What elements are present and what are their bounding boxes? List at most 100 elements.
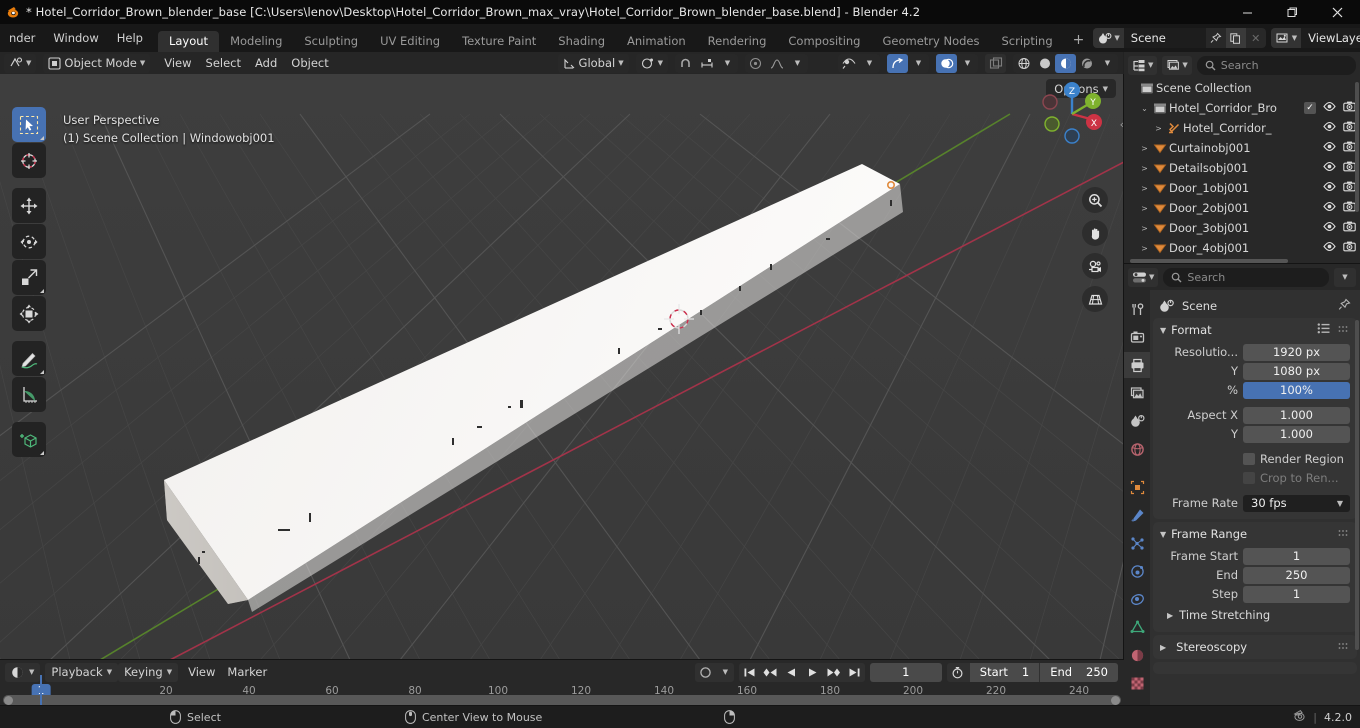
expand-arrow-icon[interactable]: >	[1138, 184, 1151, 193]
aspect-y-field[interactable]: 1.000	[1243, 425, 1350, 443]
pivot-point-selector[interactable]: ▼	[635, 53, 668, 73]
timeline-menu-playback[interactable]: Playback ▼	[45, 662, 119, 682]
properties-editor-type-selector[interactable]: ▼	[1128, 267, 1159, 287]
camera-icon[interactable]	[1343, 221, 1356, 235]
move-tool[interactable]	[12, 188, 46, 223]
outliner-row-door-3obj001[interactable]: > Door_3obj001	[1124, 218, 1360, 238]
outliner-row-door-4obj001[interactable]: > Door_4obj001	[1124, 238, 1360, 258]
outliner-vertical-scrollbar[interactable]	[1355, 82, 1359, 212]
camera-icon[interactable]	[1343, 241, 1356, 255]
chevron-down-icon[interactable]: ▼	[908, 54, 929, 73]
material-tab[interactable]	[1124, 642, 1150, 668]
drag-handle-icon[interactable]	[1338, 323, 1350, 337]
tool-tab[interactable]	[1124, 296, 1150, 322]
scale-tool[interactable]	[12, 260, 46, 295]
proportional-edit-icon[interactable]	[745, 54, 766, 73]
xray-toggle-icon[interactable]	[985, 53, 1006, 73]
sidebar-collapse-arrow[interactable]: ‹	[1120, 118, 1124, 131]
tab-layout[interactable]: Layout	[157, 31, 220, 52]
jump-to-start-button[interactable]	[739, 663, 760, 682]
jump-to-prev-keyframe-button[interactable]	[760, 663, 781, 682]
outliner-row-hotel-corridor-object[interactable]: > Hotel_Corridor_	[1124, 118, 1360, 138]
frame-range-panel-header[interactable]: ▼ Frame Range	[1153, 522, 1357, 546]
use-preview-range-icon[interactable]	[947, 666, 969, 679]
scrollbar-handle-left[interactable]	[4, 695, 13, 705]
timeline-editor[interactable]: ▼ Playback ▼ Keying ▼ View Marker ▼ 1 St…	[0, 660, 1124, 706]
snap-target-icon[interactable]	[696, 54, 717, 73]
timeline-ruler[interactable]: 20 40 60 80 100 120 140 160 180 200 220 …	[0, 684, 1124, 706]
outliner-search-input[interactable]: Search	[1196, 55, 1356, 75]
material-preview-icon[interactable]	[1055, 53, 1076, 73]
data-tab[interactable]	[1124, 614, 1150, 640]
record-icon[interactable]	[695, 666, 717, 679]
scene-tab[interactable]	[1124, 408, 1150, 434]
frame-step-field[interactable]: 1	[1243, 585, 1350, 603]
view-layer-tab[interactable]	[1124, 380, 1150, 406]
object-tab[interactable]	[1124, 474, 1150, 500]
frame-end-field[interactable]: 250	[1243, 566, 1350, 584]
chevron-down-icon[interactable]: ▼	[787, 54, 808, 73]
properties-vertical-scrollbar[interactable]	[1355, 320, 1359, 650]
expand-arrow-icon[interactable]: >	[1138, 144, 1151, 153]
outliner-row-scene-collection[interactable]: Scene Collection	[1124, 78, 1360, 98]
new-scene-icon[interactable]	[1225, 28, 1246, 48]
resolution-percent-field[interactable]: 100%	[1243, 381, 1350, 399]
tab-rendering[interactable]: Rendering	[697, 31, 778, 52]
frame-start-field[interactable]: 1	[1243, 547, 1350, 565]
chevron-down-icon[interactable]: ▼	[859, 54, 880, 73]
format-panel-header[interactable]: ▼ Format	[1153, 318, 1357, 342]
modifier-tab[interactable]	[1124, 502, 1150, 528]
expand-arrow-icon[interactable]: ⌄	[1138, 104, 1151, 113]
viewport-3d[interactable]: ▼ Object Mode ▼ View Select Add Object G…	[0, 52, 1124, 660]
texture-tab[interactable]	[1124, 670, 1150, 696]
current-frame-field[interactable]: 1	[869, 662, 942, 682]
tab-animation[interactable]: Animation	[616, 31, 697, 52]
tweak-select-tool[interactable]	[12, 107, 46, 142]
timeline-editor-type-selector[interactable]: ▼	[5, 662, 41, 682]
eye-icon[interactable]	[1323, 181, 1336, 195]
timeline-menu-keying[interactable]: Keying ▼	[118, 662, 179, 682]
add-cube-tool[interactable]	[12, 422, 46, 457]
tab-texture-paint[interactable]: Texture Paint	[451, 31, 547, 52]
viewport-menu-add[interactable]: Add	[248, 56, 284, 70]
falloff-curve-icon[interactable]	[766, 54, 787, 73]
outliner-row-curtainobj001[interactable]: > Curtainobj001	[1124, 138, 1360, 158]
maximize-button[interactable]	[1270, 0, 1315, 24]
crop-to-render-checkbox[interactable]	[1243, 472, 1255, 484]
add-workspace-button[interactable]: +	[1064, 31, 1094, 52]
play-reverse-button[interactable]	[781, 663, 802, 682]
eye-icon[interactable]	[1323, 101, 1336, 115]
eye-icon[interactable]	[1323, 121, 1336, 135]
frame-rate-dropdown[interactable]: 30 fps ▼	[1243, 494, 1350, 512]
viewport-menu-view[interactable]: View	[157, 56, 198, 70]
minimize-button[interactable]	[1225, 0, 1270, 24]
transform-orientation-selector[interactable]: Global ▼	[557, 53, 629, 73]
navigation-gizmo[interactable]: Z X Y	[1030, 72, 1114, 156]
stereoscopy-panel-header[interactable]: ▶ Stereoscopy	[1153, 635, 1357, 659]
viewlayer-name[interactable]: ViewLayer	[1301, 28, 1360, 48]
hand-icon[interactable]	[1082, 220, 1108, 246]
eye-icon[interactable]	[1323, 161, 1336, 175]
eye-icon[interactable]	[1323, 241, 1336, 255]
constraints-tab[interactable]	[1124, 586, 1150, 612]
viewport-menu-object[interactable]: Object	[284, 56, 335, 70]
editor-divider-horizontal-right[interactable]	[1124, 263, 1360, 264]
drag-handle-icon[interactable]	[1338, 640, 1350, 654]
solid-shading-icon[interactable]	[1034, 54, 1055, 73]
eye-icon[interactable]	[1323, 201, 1336, 215]
properties-search-input[interactable]: Search	[1163, 267, 1329, 287]
outliner-editor[interactable]: ▼ ▼ Search Scene Collection ⌄ Hotel_Corr…	[1124, 52, 1360, 264]
object-visibility-icon[interactable]	[838, 54, 859, 73]
show-gizmo-icon[interactable]	[887, 53, 908, 73]
physics-tab[interactable]	[1124, 558, 1150, 584]
scene-name[interactable]: Scene	[1123, 28, 1206, 48]
jump-to-next-keyframe-button[interactable]	[823, 663, 844, 682]
drag-handle-icon[interactable]	[1338, 527, 1350, 541]
chevron-down-icon[interactable]: ▼	[1097, 54, 1118, 73]
chevron-down-icon[interactable]: ▼	[717, 668, 734, 676]
particles-tab[interactable]	[1124, 530, 1150, 556]
chevron-down-icon[interactable]: ▼	[957, 54, 978, 73]
show-overlays-icon[interactable]	[936, 53, 957, 73]
viewlayer-icon[interactable]: ▼	[1270, 28, 1302, 48]
menu-window[interactable]: Window	[44, 24, 107, 52]
